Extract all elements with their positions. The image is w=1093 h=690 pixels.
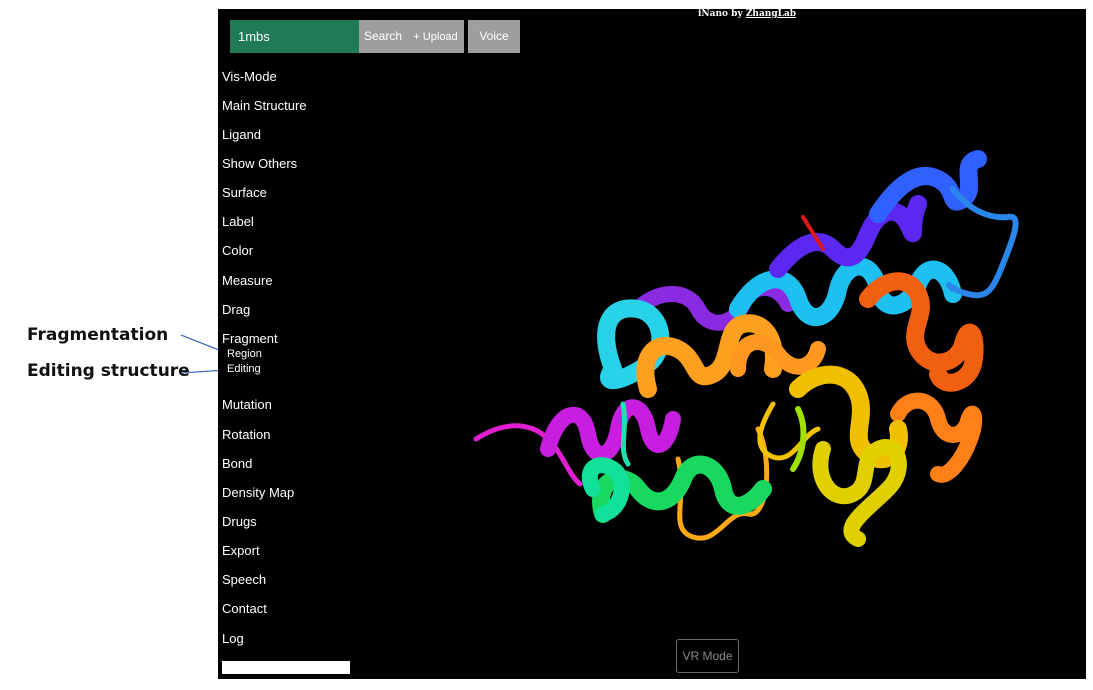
upload-button[interactable]: + Upload [407, 20, 464, 53]
menu-density-map[interactable]: Density Map [222, 485, 294, 500]
menu-show-others[interactable]: Show Others [222, 156, 297, 171]
menu-drugs[interactable]: Drugs [222, 514, 257, 529]
molecule-viewer[interactable]: Search + Upload Voice iNano by ZhangLab … [218, 9, 1086, 679]
ribbon-loop-yellow [757, 401, 821, 461]
menu-measure[interactable]: Measure [222, 273, 273, 288]
menu-mutation[interactable]: Mutation [222, 397, 272, 412]
progress-bar [222, 661, 350, 674]
menu-contact[interactable]: Contact [222, 601, 267, 616]
pdb-search-input[interactable] [230, 20, 359, 53]
fragment-sub-region[interactable]: Region [227, 348, 262, 360]
menu-label[interactable]: Label [222, 214, 254, 229]
menu-rotation[interactable]: Rotation [222, 427, 270, 442]
ribbon-helix-violet [769, 195, 927, 278]
page: Fragmentation Editing structure 1mbs Sea… [0, 0, 1093, 690]
menu-ligand[interactable]: Ligand [222, 127, 261, 142]
search-button[interactable]: Search [359, 20, 407, 53]
ribbon-helix-orange-lower [890, 392, 983, 483]
credit-text: iNano by ZhangLab [698, 9, 796, 19]
zhanglab-link[interactable]: ZhangLab [746, 9, 796, 19]
menu-drag[interactable]: Drag [222, 302, 250, 317]
voice-button[interactable]: Voice [468, 20, 520, 53]
ribbon-tail-magenta [473, 423, 583, 487]
ribbon-helix-magenta [540, 399, 681, 462]
menu-vis-mode[interactable]: Vis-Mode [222, 69, 277, 84]
menu-surface[interactable]: Surface [222, 185, 267, 200]
ribbon-helix-green-light [790, 406, 807, 472]
fragmentation-annotation: Fragmentation [27, 325, 169, 345]
menu-main-structure[interactable]: Main Structure [222, 98, 307, 113]
credit-prefix: iNano by [698, 9, 743, 19]
ribbon-helix-blue [869, 150, 987, 223]
editing-structure-annotation: Editing structure [27, 361, 190, 381]
menu-log[interactable]: Log [222, 631, 244, 646]
menu-speech[interactable]: Speech [222, 572, 266, 587]
ribbon-helix-orange-mid [730, 334, 826, 377]
vr-mode-button[interactable]: VR Mode [676, 639, 739, 673]
menu-bond[interactable]: Bond [222, 456, 252, 471]
menu-fragment[interactable]: Fragment [222, 331, 278, 346]
search-upload-group: Search + Upload [359, 20, 464, 53]
fragment-sub-editing[interactable]: Editing [227, 363, 261, 375]
menu-color[interactable]: Color [222, 243, 253, 258]
protein-ribbon-render[interactable] [218, 9, 1086, 679]
menu-export[interactable]: Export [222, 543, 260, 558]
